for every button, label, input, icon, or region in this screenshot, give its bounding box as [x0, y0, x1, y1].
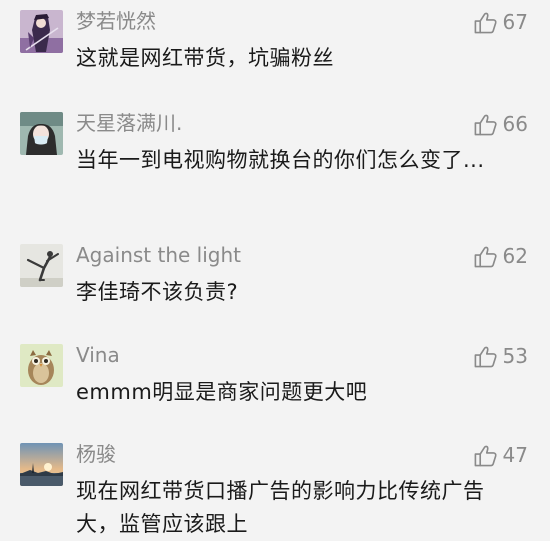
- like-button[interactable]: 47: [473, 441, 528, 469]
- like-count: 53: [502, 344, 528, 368]
- comment-text: emmm明显是商家问题更大吧: [76, 380, 368, 404]
- username[interactable]: 天星落满川.: [76, 110, 182, 136]
- like-count: 62: [502, 244, 528, 268]
- like-button[interactable]: 53: [473, 342, 528, 370]
- like-count: 67: [502, 10, 528, 34]
- comment-text: 现在网红带货口播广告的影响力比传统广告大，监管应该跟上: [76, 479, 485, 536]
- thumbs-up-icon: [474, 346, 497, 367]
- thumbs-up-icon: [474, 12, 497, 33]
- username[interactable]: 杨骏: [76, 441, 116, 467]
- thumbs-up-icon: [474, 445, 497, 466]
- user-avatar[interactable]: [20, 112, 63, 155]
- comment-text: 李佳琦不该负责?: [76, 280, 239, 304]
- user-avatar[interactable]: [20, 10, 63, 53]
- user-avatar[interactable]: [20, 244, 63, 287]
- thumbs-up-icon: [474, 114, 497, 135]
- user-avatar[interactable]: [20, 443, 63, 486]
- like-count: 66: [502, 112, 528, 136]
- username[interactable]: Vina: [76, 342, 120, 368]
- user-avatar[interactable]: [20, 344, 63, 387]
- like-button[interactable]: 66: [473, 110, 528, 138]
- username[interactable]: Against the light: [76, 242, 241, 268]
- thumbs-up-icon: [474, 246, 497, 267]
- username[interactable]: 梦若恍然: [76, 8, 156, 34]
- comment-text: 当年一到电视购物就换台的你们怎么变了...: [76, 148, 485, 172]
- like-button[interactable]: 62: [473, 242, 528, 270]
- like-button[interactable]: 67: [473, 8, 528, 36]
- like-count: 47: [502, 443, 528, 467]
- comment-text: 这就是网红带货，坑骗粉丝: [76, 46, 334, 70]
